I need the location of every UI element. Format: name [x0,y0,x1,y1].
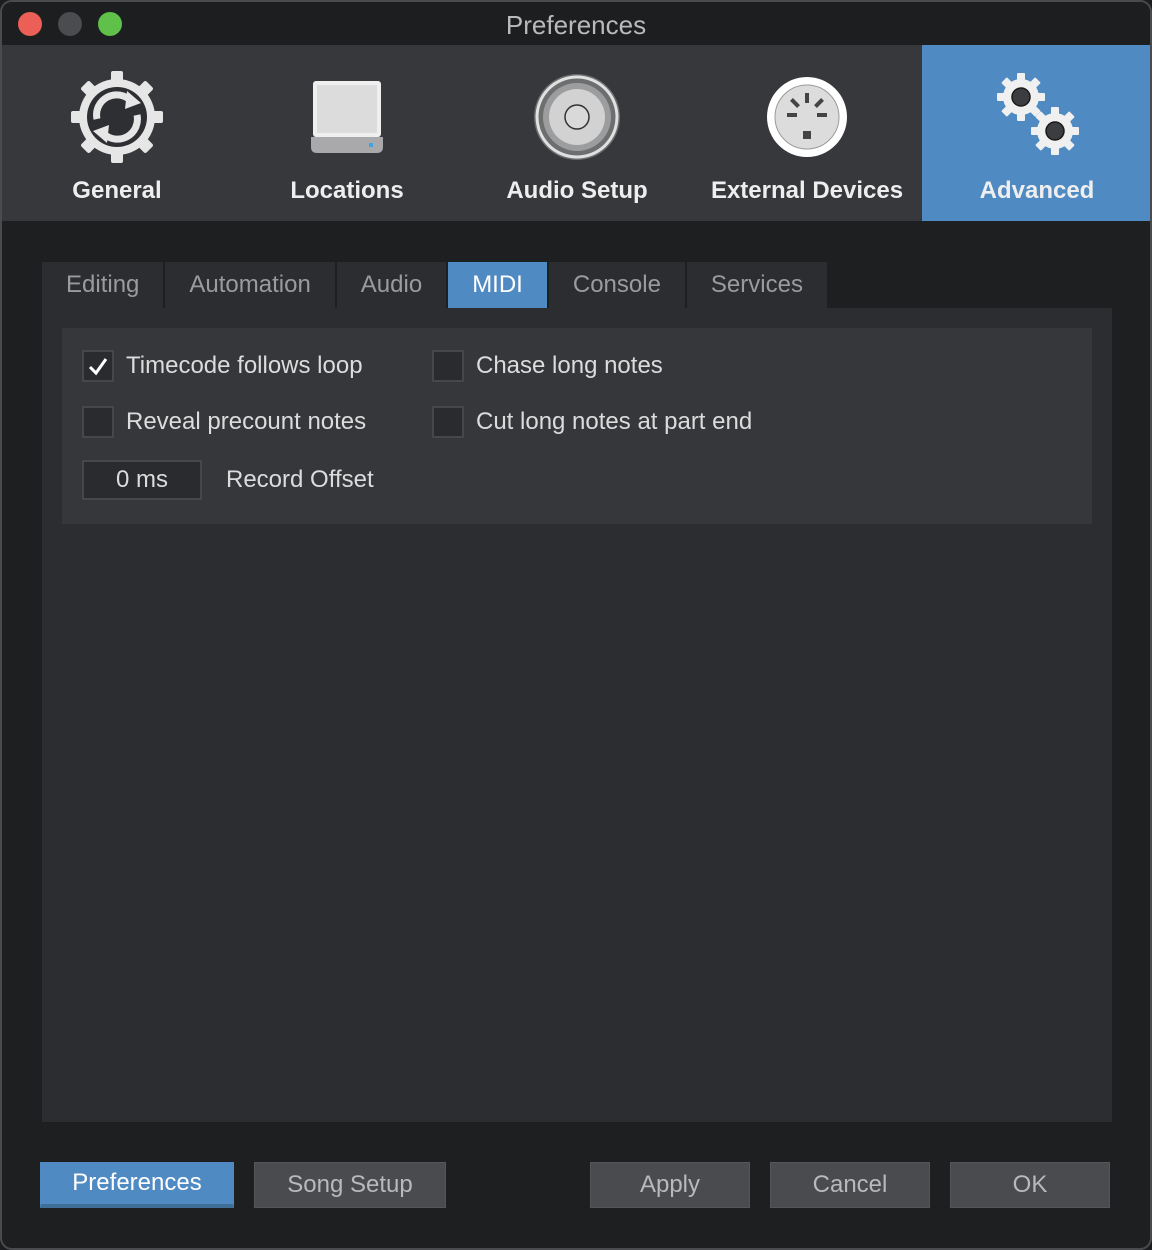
title-bar: Preferences [2,2,1150,45]
midi-settings-panel: Timecode follows loop Reveal precount no… [42,308,1112,1122]
chase-long-notes-label: Chase long notes [476,352,663,379]
timecode-follows-loop-checkbox[interactable] [82,350,114,382]
tab-automation[interactable]: Automation [165,262,335,308]
tab-console[interactable]: Console [548,262,685,308]
preferences-button[interactable]: Preferences [40,1162,234,1208]
category-toolbar: General Locations Audio Setup External D… [2,45,1150,221]
toolbar-label-general: General [72,177,162,204]
cut-long-notes-checkbox[interactable] [432,406,464,438]
settings-tabs: Editing Automation Audio MIDI Console Se… [42,262,829,308]
toolbar-label-external-devices: External Devices [710,177,904,204]
midi-options-group: Timecode follows loop Reveal precount no… [62,328,1092,524]
tab-audio[interactable]: Audio [336,262,447,308]
apply-button[interactable]: Apply [590,1162,750,1208]
toolbar-label-advanced: Advanced [979,177,1095,204]
record-offset-field[interactable]: 0 ms [82,460,202,500]
window-title: Preferences [505,10,647,40]
gears-icon [997,73,1079,155]
reveal-precount-notes-checkbox[interactable] [82,406,114,438]
cancel-button[interactable]: Cancel [770,1162,930,1208]
toolbar-item-general[interactable]: General [2,45,232,221]
cut-long-notes-option: Cut long notes at part end [432,406,752,438]
reveal-precount-notes-option: Reveal precount notes [82,406,366,438]
drive-icon [311,81,383,153]
speaker-icon [534,74,620,160]
cut-long-notes-label: Cut long notes at part end [476,408,753,435]
song-setup-button[interactable]: Song Setup [254,1162,446,1208]
toolbar-item-external-devices[interactable]: External Devices [692,45,922,221]
ok-button[interactable]: OK [950,1162,1110,1208]
record-offset-option: 0 ms Record Offset [82,460,374,500]
timecode-follows-loop-option: Timecode follows loop [82,350,363,382]
toolbar-item-advanced[interactable]: Advanced [922,45,1150,221]
midi-port-icon [767,77,847,157]
chase-long-notes-checkbox[interactable] [432,350,464,382]
tab-services[interactable]: Services [686,262,827,308]
reveal-precount-notes-label: Reveal precount notes [126,408,367,435]
checkmark-icon [88,358,108,376]
gear-sync-icon [71,71,163,163]
record-offset-label: Record Offset [226,466,374,493]
timecode-follows-loop-label: Timecode follows loop [126,352,363,379]
toolbar-item-audio-setup[interactable]: Audio Setup [462,45,692,221]
toolbar-label-audio-setup: Audio Setup [506,177,648,204]
tab-editing[interactable]: Editing [42,262,164,308]
toolbar-label-locations: Locations [290,177,404,204]
chase-long-notes-option: Chase long notes [432,350,663,382]
toolbar-item-locations[interactable]: Locations [232,45,462,221]
tab-midi[interactable]: MIDI [448,262,547,308]
preferences-window: Preferences General Locations Audio Setu… [0,0,1152,1250]
